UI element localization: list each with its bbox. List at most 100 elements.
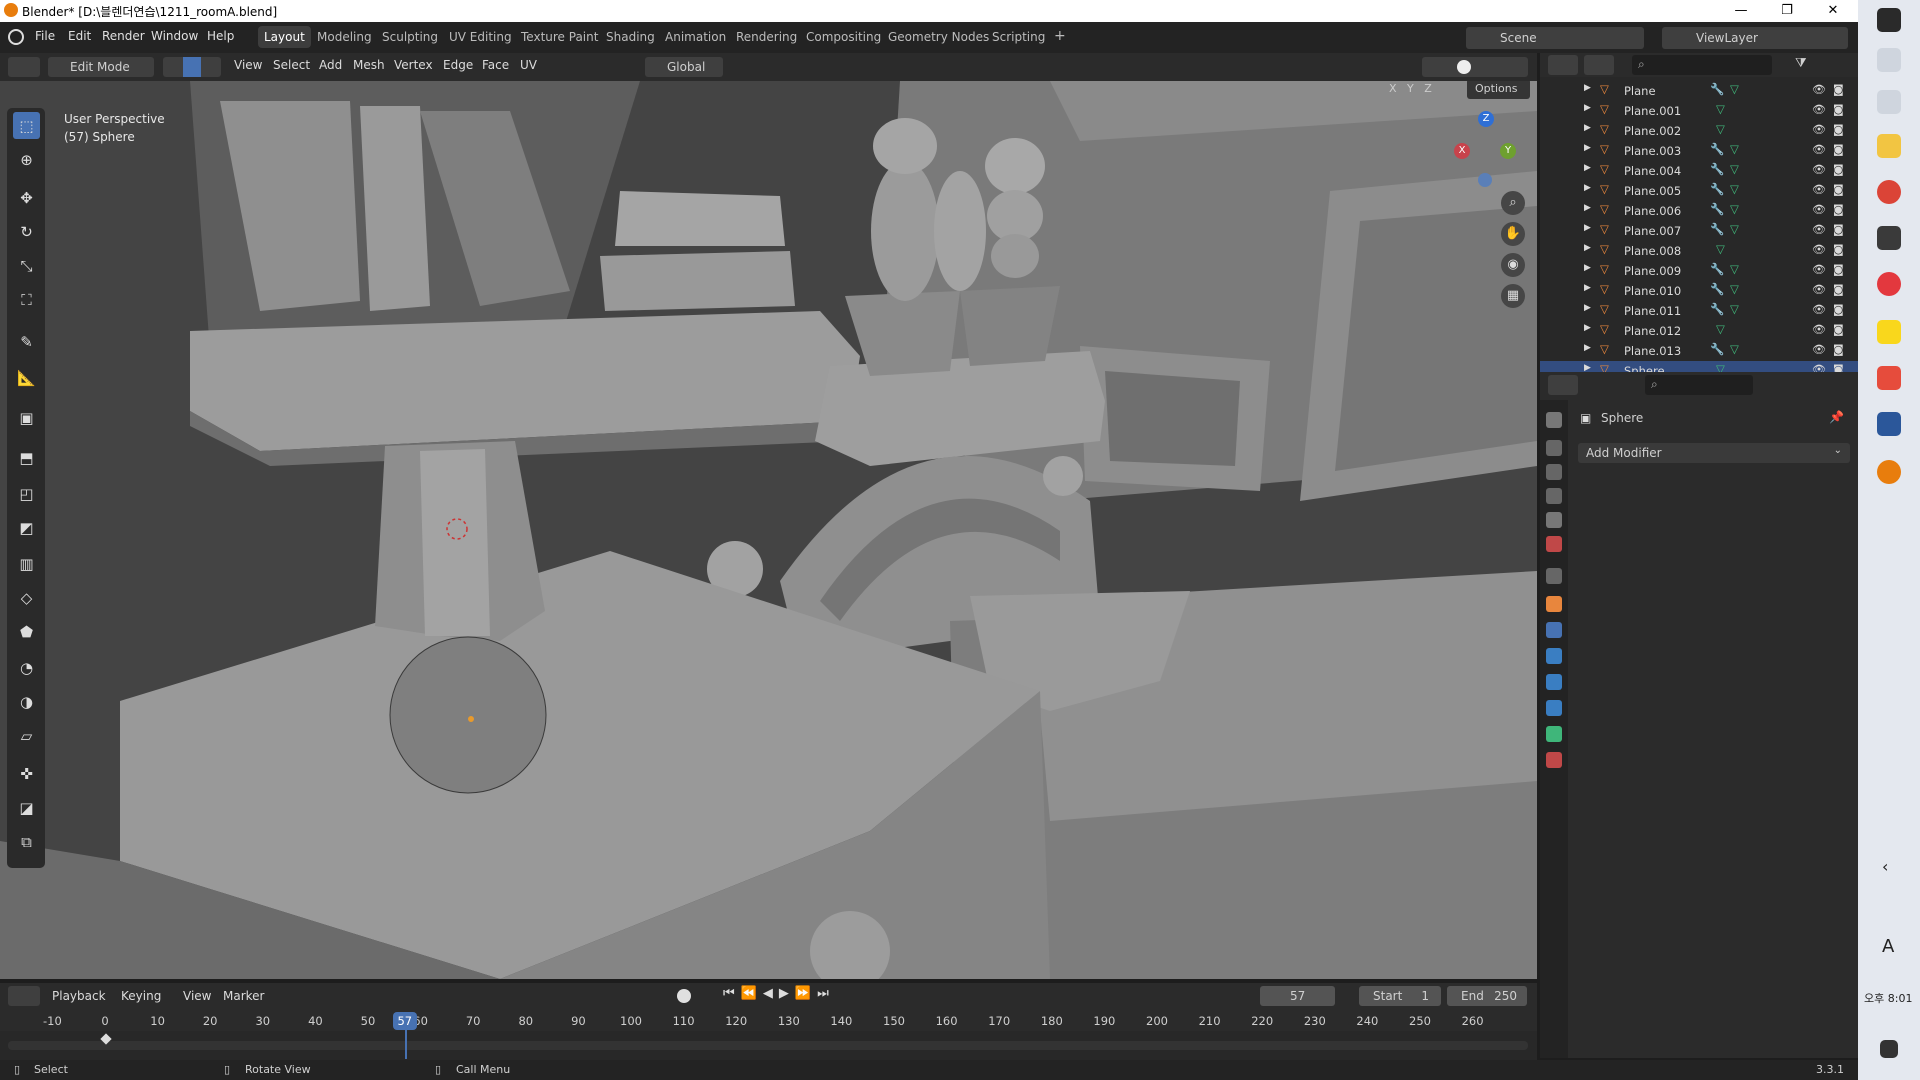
calculator-icon[interactable] [1877, 226, 1901, 250]
outliner-row[interactable]: ▶ ▽ Plane.007 🔧 ▽ 👁 ◙ [1540, 221, 1858, 241]
outliner-editor-type[interactable] [1548, 55, 1578, 75]
visibility-eye-icon[interactable]: 👁 [1812, 163, 1826, 176]
chevron-left-icon[interactable]: ‹ [1882, 857, 1888, 876]
select-mode-group[interactable] [163, 57, 221, 77]
scene-selector[interactable]: Scene [1466, 27, 1644, 49]
timeline-editor-type[interactable] [8, 986, 40, 1006]
tab-layout[interactable]: Layout [258, 26, 311, 48]
timeline-menu-view[interactable]: View [183, 989, 211, 1003]
current-frame-field[interactable]: 57 [1260, 986, 1335, 1006]
expand-arrow-icon[interactable]: ▶ [1584, 143, 1591, 153]
scale-icon[interactable]: ⤡ [13, 252, 40, 279]
spin-icon[interactable]: ◔ [13, 654, 40, 681]
ime-lang-indicator[interactable]: A [1882, 936, 1894, 957]
outliner-row[interactable]: ▶ ▽ Plane.002 ▽ 👁 ◙ [1540, 121, 1858, 141]
minimize-button[interactable]: — [1718, 0, 1764, 22]
word-icon[interactable] [1877, 412, 1901, 436]
visibility-eye-icon[interactable]: 👁 [1812, 123, 1826, 136]
notification-icon[interactable] [1880, 1040, 1898, 1058]
outliner-search-input[interactable]: ⌕ [1632, 55, 1772, 75]
expand-arrow-icon[interactable]: ▶ [1584, 243, 1591, 253]
visibility-eye-icon[interactable]: 👁 [1812, 263, 1826, 276]
expand-arrow-icon[interactable]: ▶ [1584, 343, 1591, 353]
gizmo-neg-z-icon[interactable] [1478, 173, 1492, 187]
gizmo-y-icon[interactable]: Y [1500, 143, 1516, 159]
loop-cut-icon[interactable]: ▥ [13, 550, 40, 577]
timeline-ruler[interactable]: -10 0 10 20 30 40 50 60 70 80 90 100 110 120 130 140 150… [0, 1011, 1537, 1031]
blender-menu-icon[interactable] [8, 29, 24, 45]
file-explorer-icon[interactable] [1877, 134, 1901, 158]
expand-arrow-icon[interactable]: ▶ [1584, 123, 1591, 133]
outliner-row-name[interactable]: Plane.004 [1624, 164, 1681, 178]
collection-tab-icon[interactable] [1546, 568, 1562, 584]
tab-modeling[interactable]: Modeling [311, 26, 378, 48]
vp-menu-add[interactable]: Add [319, 58, 342, 72]
view-layer-tab-icon[interactable] [1546, 488, 1562, 504]
add-cube-icon[interactable]: ▣ [13, 404, 40, 431]
outliner-row-name[interactable]: Plane.013 [1624, 344, 1681, 358]
expand-arrow-icon[interactable]: ▶ [1584, 263, 1591, 273]
vp-menu-mesh[interactable]: Mesh [353, 58, 385, 72]
output-tab-icon[interactable] [1546, 464, 1562, 480]
tab-compositing[interactable]: Compositing [800, 26, 887, 48]
search-taskbar-icon[interactable] [1877, 48, 1901, 72]
expand-arrow-icon[interactable]: ▶ [1584, 223, 1591, 233]
vp-menu-edge[interactable]: Edge [443, 58, 473, 72]
timeline-menu-playback[interactable]: Playback [52, 989, 106, 1003]
render-camera-icon[interactable]: ◙ [1833, 163, 1844, 176]
expand-arrow-icon[interactable]: ▶ [1584, 163, 1591, 173]
transform-orientation-selector[interactable]: Global [645, 57, 723, 77]
smooth-icon[interactable]: ◑ [13, 688, 40, 715]
timeline-menu-keying[interactable]: Keying [121, 989, 161, 1003]
shading-mode-group[interactable] [1422, 57, 1528, 77]
start-frame-field[interactable]: Start 1 [1359, 986, 1441, 1006]
clock[interactable]: 오후 8:01 [1864, 990, 1912, 1006]
close-button[interactable]: ✕ [1810, 0, 1856, 22]
render-camera-icon[interactable]: ◙ [1833, 123, 1844, 136]
render-camera-icon[interactable]: ◙ [1833, 103, 1844, 116]
render-camera-icon[interactable]: ◙ [1833, 343, 1844, 356]
object-tab-icon[interactable] [1546, 596, 1562, 612]
editor-type-button[interactable] [8, 57, 40, 77]
render-camera-icon[interactable]: ◙ [1833, 203, 1844, 216]
record-icon[interactable] [677, 989, 691, 1003]
constraints-tab-icon[interactable] [1546, 700, 1562, 716]
options-button[interactable]: Options [1467, 81, 1530, 99]
bevel-icon[interactable]: ◩ [13, 514, 40, 541]
annotate-icon[interactable]: ✎ [13, 328, 40, 355]
visibility-eye-icon[interactable]: 👁 [1812, 283, 1826, 296]
outliner-row-name[interactable]: Plane.009 [1624, 264, 1681, 278]
mode-selector[interactable]: Edit Mode [48, 57, 154, 77]
playback-controls[interactable]: ⏮⏪◀▶⏩⏭ [723, 986, 835, 1001]
data-tab-icon[interactable] [1546, 726, 1562, 742]
menu-window[interactable]: Window [151, 29, 198, 43]
move-icon[interactable]: ✥ [13, 184, 40, 211]
tab-sculpting[interactable]: Sculpting [376, 26, 444, 48]
axis-z[interactable]: Z [1424, 82, 1432, 95]
measure-icon[interactable]: 📐 [13, 364, 40, 391]
modifier-tab-icon[interactable] [1546, 622, 1562, 638]
start-menu-icon[interactable] [1877, 8, 1901, 32]
navigation-gizmo[interactable]: Z X Y [1450, 111, 1520, 191]
visibility-eye-icon[interactable]: 👁 [1812, 143, 1826, 156]
visibility-eye-icon[interactable]: 👁 [1812, 203, 1826, 216]
playhead-frame-badge[interactable]: 57 [392, 1012, 417, 1030]
kakaotalk-icon[interactable] [1877, 320, 1901, 344]
shear-icon[interactable]: ◪ [13, 794, 40, 821]
tab-texture-paint[interactable]: Texture Paint [515, 26, 604, 48]
filter-icon[interactable]: ⧩ [1795, 56, 1807, 71]
gizmo-x-icon[interactable]: X [1454, 143, 1470, 159]
axis-x[interactable]: X [1389, 82, 1397, 95]
outliner-row[interactable]: ▶ ▽ Plane.003 🔧 ▽ 👁 ◙ [1540, 141, 1858, 161]
expand-arrow-icon[interactable]: ▶ [1584, 303, 1591, 313]
visibility-eye-icon[interactable]: 👁 [1812, 343, 1826, 356]
render-camera-icon[interactable]: ◙ [1833, 323, 1844, 336]
cursor-icon[interactable]: ⊕ [13, 146, 40, 173]
material-tab-icon[interactable] [1546, 752, 1562, 768]
pan-hand-icon[interactable]: ✋ [1501, 222, 1525, 246]
outliner-row[interactable]: ▶ ▽ Plane.011 🔧 ▽ 👁 ◙ [1540, 301, 1858, 321]
vp-menu-vertex[interactable]: Vertex [394, 58, 433, 72]
outliner-row[interactable]: ▶ ▽ Plane.001 ▽ 👁 ◙ [1540, 101, 1858, 121]
outliner-row-name[interactable]: Plane.007 [1624, 224, 1681, 238]
expand-arrow-icon[interactable]: ▶ [1584, 203, 1591, 213]
